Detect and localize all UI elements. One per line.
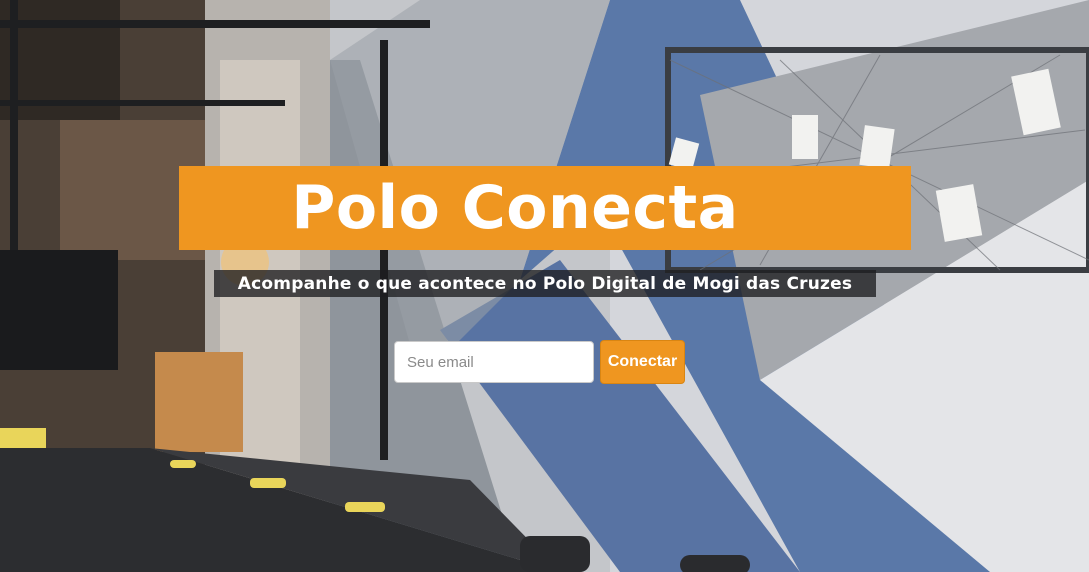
- hero-title-banner: Polo Conecta: [179, 166, 911, 250]
- connect-button[interactable]: Conectar: [600, 340, 685, 384]
- page-title: Polo Conecta: [291, 173, 739, 243]
- email-field[interactable]: [394, 341, 594, 383]
- hero-subtitle-banner: Acompanhe o que acontece no Polo Digital…: [214, 270, 876, 297]
- page-subtitle: Acompanhe o que acontece no Polo Digital…: [237, 273, 853, 294]
